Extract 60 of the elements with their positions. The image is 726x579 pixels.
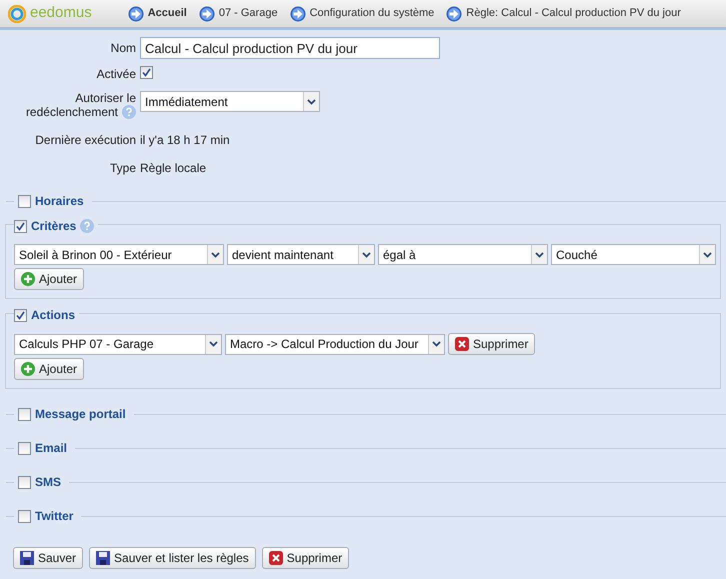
field-label: Type (108, 160, 136, 177)
close-icon (455, 337, 469, 351)
arrow-right-icon (290, 6, 306, 22)
logo-icon (8, 4, 26, 22)
checkbox[interactable] (18, 510, 31, 522)
caret-icon (432, 341, 441, 347)
caret-icon (535, 252, 544, 258)
section-title: Twitter (35, 508, 74, 525)
arrow-right-icon (198, 6, 215, 22)
save-button[interactable]: Sauver et lister les règles (89, 547, 256, 569)
dropdown-select[interactable]: Macro -> Calcul Production du Jour (225, 334, 445, 354)
name-input[interactable]: Calcul - Calcul production PV du jour (140, 37, 440, 59)
field-label: redéclenchement (26, 105, 118, 119)
dropdown-select[interactable]: Soleil à Brinon 00 - Extérieur (14, 244, 224, 265)
field-value: il y'a 18 h 17 min (140, 132, 231, 149)
caret-icon (209, 341, 218, 347)
breadcrumb-link[interactable]: 07 - Garage (198, 5, 278, 22)
checkbox[interactable] (14, 308, 27, 322)
section-title: Email (35, 440, 68, 457)
plus-icon (21, 362, 35, 376)
caret-icon (362, 252, 371, 258)
field-label: Dernière exécution (34, 132, 136, 149)
checkbox[interactable] (18, 194, 31, 208)
section-title: Critères (31, 218, 76, 235)
dropdown-select[interactable]: devient maintenant (227, 244, 375, 265)
delete-button[interactable]: Supprimer (448, 333, 536, 355)
breadcrumb-link[interactable]: Configuration du système (290, 5, 434, 22)
dropdown-select[interactable]: Calculs PHP 07 - Garage (14, 334, 222, 354)
section-title: SMS (35, 474, 62, 491)
breadcrumb-link[interactable]: Accueil (128, 5, 187, 22)
caret-icon (211, 252, 220, 258)
dropdown-select[interactable]: égal à (378, 244, 548, 265)
help-icon[interactable] (122, 105, 136, 119)
checkbox[interactable] (14, 220, 27, 232)
checkbox[interactable] (18, 476, 31, 488)
breadcrumb-link[interactable]: Règle: Calcul - Calcul production PV du jour (446, 5, 681, 22)
field-label: Activée (96, 66, 136, 83)
save-button[interactable]: Sauver (13, 547, 84, 569)
section-title: Horaires (35, 193, 84, 210)
field-label: Nom (110, 40, 136, 57)
field-label: Autoriser le (75, 91, 136, 105)
help-icon[interactable] (80, 219, 94, 233)
logo-text: eedomus (30, 3, 92, 24)
delete-button[interactable]: Supprimer (262, 547, 350, 569)
dropdown-select[interactable]: Couché (551, 244, 716, 265)
caret-icon (307, 98, 316, 104)
section-title: Message portail (35, 406, 126, 423)
caret-icon (703, 252, 712, 258)
retrigger-select[interactable]: Immédiatement (140, 91, 320, 112)
arrow-right-icon (128, 6, 144, 22)
checkbox[interactable] (18, 408, 31, 420)
plus-icon (21, 272, 35, 286)
arrow-right-icon (446, 6, 462, 22)
checkbox[interactable] (140, 66, 153, 78)
field-value: Règle locale (140, 160, 208, 177)
checkbox[interactable] (18, 442, 31, 454)
add-button[interactable]: Ajouter (14, 268, 84, 290)
close-icon (268, 551, 283, 565)
section-title: Actions (31, 307, 76, 324)
add-button[interactable]: Ajouter (14, 358, 84, 380)
